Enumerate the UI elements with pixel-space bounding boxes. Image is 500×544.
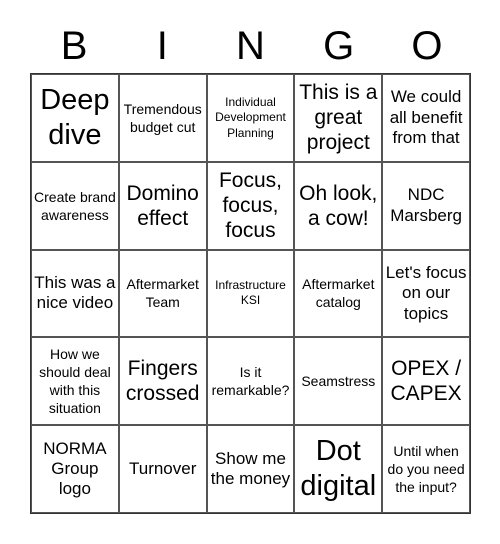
bingo-cell-text: Show me the money [210, 448, 291, 489]
header-letter-b: B [60, 24, 88, 68]
bingo-cell-text: Deep dive [40, 84, 110, 151]
header-letter-o: O [411, 24, 443, 68]
bingo-cell-text: Create brand awareness [34, 188, 116, 223]
bingo-cell[interactable]: Turnover [118, 425, 207, 513]
bingo-cell-text: Focus, focus, focus [218, 168, 282, 243]
bingo-cell[interactable]: Until when do you need the input? [382, 425, 470, 513]
header-letter-i: I [156, 24, 168, 68]
bingo-cell-text: Aftermarket catalog [302, 276, 375, 311]
bingo-cell-text: Dot digital [300, 435, 377, 503]
bingo-cell-text: How we should deal with this situation [39, 345, 111, 417]
bingo-cell[interactable]: Aftermarket Team [118, 249, 207, 338]
bingo-cell-text: Aftermarket Team [126, 276, 199, 311]
bingo-cell-text: We could all benefit from that [389, 87, 463, 148]
bingo-cell[interactable]: Deep dive [31, 74, 119, 162]
bingo-cell[interactable]: Infrastructure KSI [206, 249, 295, 338]
bingo-cell[interactable]: Dot digital [294, 425, 383, 513]
bingo-cell[interactable]: Show me the money [206, 425, 295, 513]
bingo-cell[interactable]: Domino effect [118, 161, 207, 250]
header-letter-g: G [323, 24, 355, 68]
bingo-cell[interactable]: OPEX / CAPEX [382, 337, 470, 426]
bingo-card: Deep dive Tremendous budget cut Individual… [30, 73, 471, 514]
bingo-cell[interactable]: Tremendous budget cut [118, 74, 207, 162]
bingo-cell[interactable]: Fingers crossed [118, 337, 207, 426]
header-letter-n: N [236, 24, 265, 68]
bingo-cell-text: OPEX / CAPEX [390, 357, 462, 406]
bingo-cell-text: Let's focus on our topics [385, 262, 467, 323]
bingo-cell[interactable]: Focus, focus, focus [206, 161, 295, 250]
bingo-header: B I N G O [30, 20, 471, 72]
bingo-cell-text: Until when do you need the input? [387, 442, 465, 496]
bingo-cell-text: This is a great project [299, 81, 378, 155]
bingo-cell-text: Tremendous budget cut [123, 100, 202, 135]
bingo-cell-text: Infrastructure KSI [215, 277, 286, 308]
bingo-cell-text: Individual Development Planning [215, 94, 286, 140]
bingo-cell-text: Seamstress [301, 373, 376, 390]
bingo-cell-text: Fingers crossed [125, 357, 200, 406]
bingo-cell[interactable]: Is it remarkable? [206, 337, 295, 426]
bingo-cell[interactable]: Create brand awareness [31, 161, 119, 250]
bingo-cell[interactable]: This is a great project [294, 74, 383, 162]
bingo-cell-text: Is it remarkable? [211, 364, 290, 399]
bingo-cell[interactable]: This was a nice video [31, 249, 119, 338]
bingo-cell[interactable]: Let's focus on our topics [382, 249, 470, 338]
bingo-cell-text: Turnover [128, 458, 197, 478]
bingo-cell[interactable]: We could all benefit from that [382, 74, 470, 162]
bingo-cell[interactable]: Seamstress [294, 337, 383, 426]
bingo-cell[interactable]: How we should deal with this situation [31, 337, 119, 426]
bingo-cell[interactable]: Oh look, a cow! [294, 161, 383, 250]
bingo-cell[interactable]: Aftermarket catalog [294, 249, 383, 338]
bingo-cell-text: This was a nice video [34, 273, 116, 313]
bingo-cell[interactable]: NDC Marsberg [382, 161, 470, 250]
bingo-cell-text: Oh look, a cow! [299, 181, 378, 230]
bingo-cell-text: NORMA Group logo [43, 438, 107, 499]
bingo-cell[interactable]: Individual Development Planning [206, 74, 295, 162]
bingo-cell-text: Domino effect [126, 181, 199, 230]
bingo-cell-text: NDC Marsberg [390, 185, 462, 225]
bingo-cell[interactable]: NORMA Group logo [31, 425, 119, 513]
